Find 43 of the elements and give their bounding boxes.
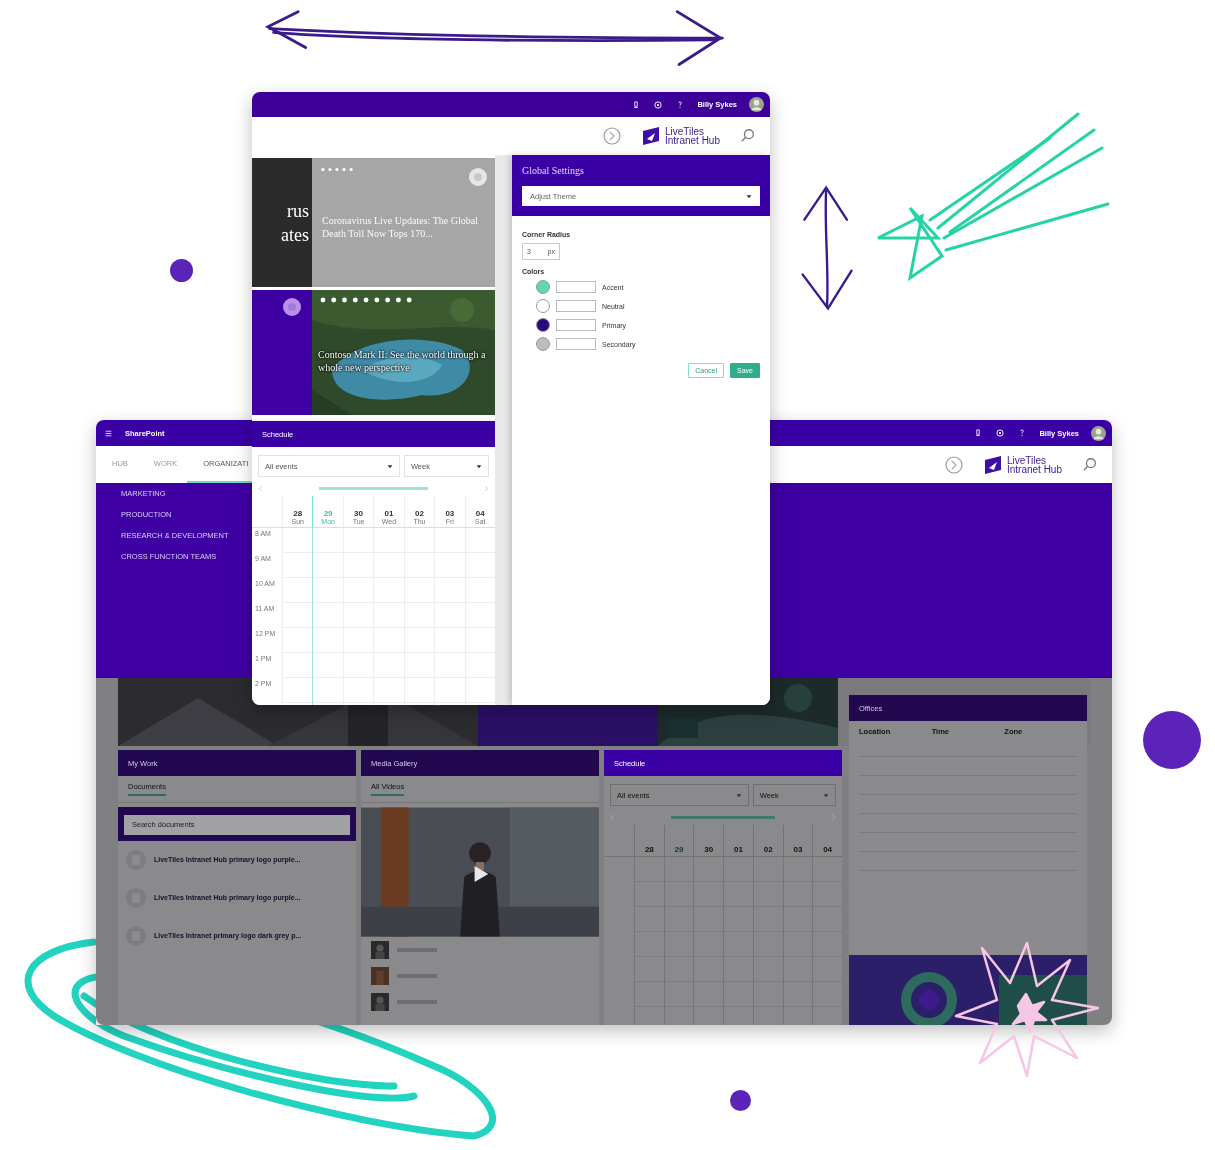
color-swatch[interactable] [536, 280, 550, 294]
circle-icon [283, 298, 301, 316]
logo-icon [640, 126, 661, 146]
day-header[interactable]: 01 [723, 825, 753, 857]
dot-icon [730, 1090, 751, 1111]
caret-icon [476, 463, 482, 469]
headline-text: ates [281, 223, 310, 247]
logo-text: LiveTiles [1006, 455, 1047, 465]
day-header[interactable]: 02 [752, 825, 783, 857]
settings-icon[interactable] [653, 99, 664, 110]
headline-text: rus [287, 199, 310, 223]
circle-icon [469, 168, 487, 186]
search-icon[interactable] [740, 128, 756, 144]
hex-field[interactable] [556, 338, 596, 350]
hex-field[interactable] [556, 300, 596, 312]
day-header[interactable]: 04 [812, 825, 842, 857]
logo-subtext: Intranet Hub [1006, 464, 1062, 474]
avatar-icon[interactable] [1091, 425, 1106, 441]
day-header[interactable]: 03 [782, 825, 813, 857]
logo-icon [982, 454, 1003, 475]
avatar-icon[interactable] [749, 97, 764, 112]
caret-icon [746, 193, 752, 199]
color-swatch[interactable] [536, 337, 550, 351]
color-swatch[interactable] [536, 318, 550, 332]
caret-icon [735, 792, 742, 798]
hex-field[interactable] [556, 319, 596, 331]
dot-icon [1143, 711, 1201, 769]
day-header[interactable]: 30 [693, 825, 724, 857]
play-icon[interactable] [473, 865, 489, 883]
dot-icon [170, 259, 193, 282]
search-icon[interactable] [1082, 456, 1098, 473]
caret-icon [386, 463, 393, 469]
panel-title: Global Settings [522, 165, 585, 176]
day-header[interactable]: 29 [663, 825, 694, 857]
day-header[interactable]: 28 [634, 825, 664, 857]
pager-dots-icon [321, 167, 353, 172]
menu-icon[interactable] [104, 428, 113, 438]
logo-text: LiveTiles [664, 127, 705, 136]
color-swatch[interactable] [536, 299, 550, 313]
logo-subtext: Intranet Hub [664, 136, 720, 145]
caret-icon [823, 792, 829, 798]
hex-field[interactable] [556, 281, 596, 293]
settings-icon[interactable] [995, 428, 1006, 438]
